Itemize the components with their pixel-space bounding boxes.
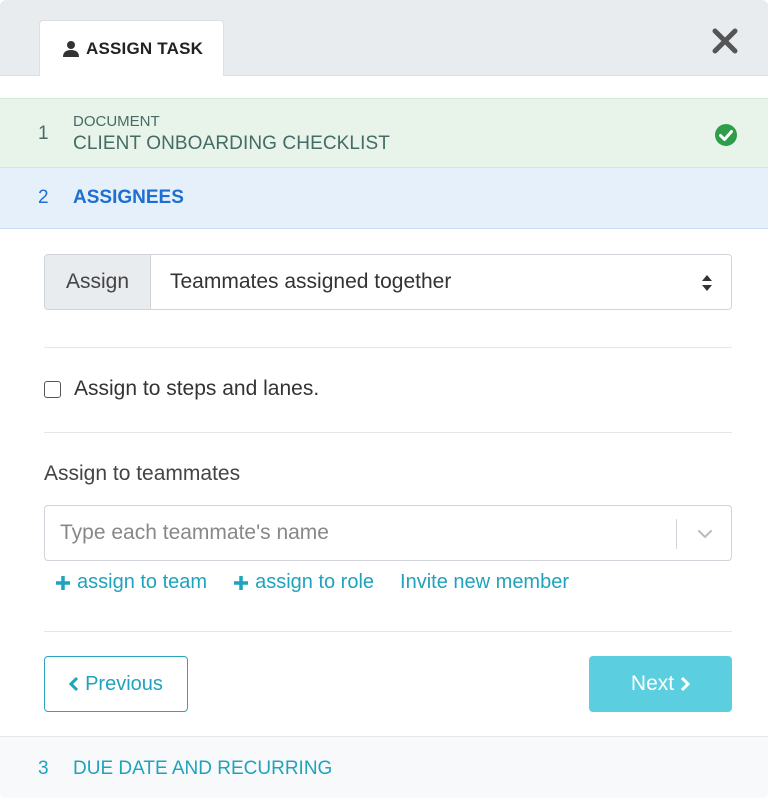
assign-to-team-link[interactable]: assign to team: [55, 571, 207, 594]
previous-label: Previous: [85, 672, 163, 695]
teammates-label: Assign to teammates: [44, 462, 241, 485]
step-number: 3: [38, 758, 49, 779]
assign-to-team-label: assign to team: [77, 571, 208, 593]
steps-lanes-option: Assign to steps and lanes.: [44, 377, 319, 401]
assign-to-role-label: assign to role: [255, 571, 375, 593]
step-title: CLIENT ONBOARDING CHECKLIST: [73, 133, 390, 154]
step-number: 2: [38, 187, 49, 208]
step-number: 1: [38, 123, 49, 144]
teammate-placeholder: Type each teammate's name: [60, 521, 329, 544]
next-label: Next: [630, 672, 675, 695]
plus-icon: [56, 575, 70, 590]
invite-new-member-label: Invite new member: [400, 571, 570, 593]
previous-button[interactable]: Previous: [44, 656, 188, 712]
assign-to-role-link[interactable]: assign to role: [233, 571, 374, 594]
tab-label: ASSIGN TASK: [86, 38, 204, 58]
tab-assign-task[interactable]: ASSIGN TASK: [39, 20, 224, 76]
close-button[interactable]: [706, 22, 744, 60]
sort-icon: [702, 275, 712, 291]
modal-header: ASSIGN TASK: [0, 0, 768, 76]
user-icon: [63, 40, 79, 57]
assign-task-modal: ASSIGN TASK 1 DOCUMENT CLIENT ONBOARDING…: [0, 0, 768, 798]
teammate-search-input[interactable]: Type each teammate's name: [44, 505, 732, 561]
assign-links: assign to team assign to role Invite new…: [55, 571, 595, 594]
invite-new-member-link[interactable]: Invite new member: [400, 571, 569, 594]
divider: [44, 631, 732, 632]
input-separator: [676, 519, 677, 549]
assign-mode-group: Assign Teammates assigned together: [44, 254, 732, 310]
close-icon: [712, 28, 738, 54]
check-circle-icon: [715, 124, 737, 146]
step-subtitle: DOCUMENT: [73, 113, 160, 130]
assign-mode-value: Teammates assigned together: [170, 270, 452, 293]
divider: [44, 432, 732, 433]
step-title: DUE DATE AND RECURRING: [73, 758, 333, 779]
chevron-down-icon[interactable]: [695, 524, 715, 544]
chevron-right-icon: [681, 677, 691, 691]
step-title: ASSIGNEES: [73, 187, 184, 208]
plus-icon: [234, 575, 249, 590]
step-assignees[interactable]: 2 ASSIGNEES: [0, 168, 768, 229]
steps-lanes-label: Assign to steps and lanes.: [74, 377, 320, 400]
assign-mode-select[interactable]: Teammates assigned together: [151, 255, 731, 309]
next-button[interactable]: Next: [589, 656, 732, 712]
chevron-left-icon: [69, 677, 79, 691]
step-due-date[interactable]: 3 DUE DATE AND RECURRING: [0, 736, 768, 798]
divider: [44, 347, 732, 348]
step-document[interactable]: 1 DOCUMENT CLIENT ONBOARDING CHECKLIST: [0, 98, 768, 168]
assign-addon-label: Assign: [45, 255, 151, 309]
steps-lanes-checkbox[interactable]: [44, 380, 61, 398]
